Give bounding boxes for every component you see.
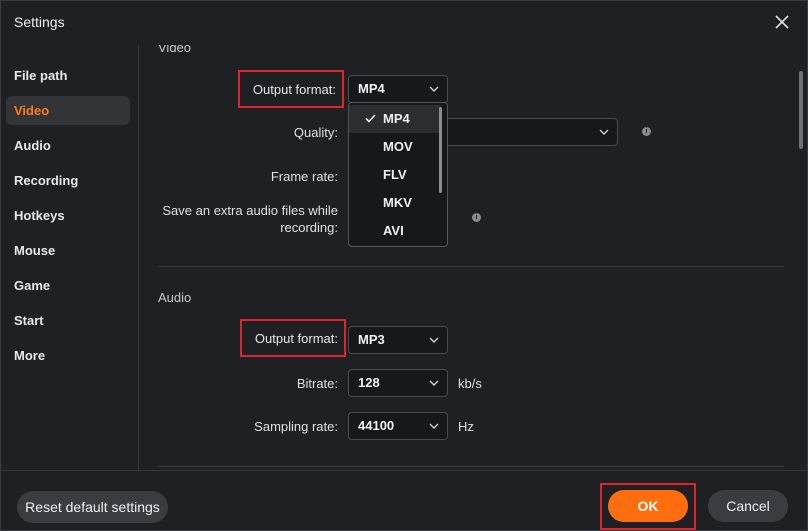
video-frame-rate-label: Frame rate: — [270, 169, 338, 184]
video-quality-label: Quality: — [293, 125, 338, 140]
section-divider — [158, 466, 784, 467]
settings-content: Video Output format: MP4 Quality: i Fram… — [140, 45, 796, 470]
content-scrollbar[interactable] — [799, 71, 803, 149]
chevron-down-icon — [429, 423, 439, 429]
dropdown-option-mkv[interactable]: MKV — [349, 189, 441, 217]
dropdown-option-label: MOV — [383, 139, 413, 154]
dropdown-option-avi[interactable]: AVI — [349, 217, 441, 245]
dropdown-option-mov[interactable]: MOV — [349, 133, 441, 161]
audio-output-format-select[interactable]: MP3 — [348, 326, 448, 354]
audio-section-title: Audio — [158, 290, 192, 305]
audio-bitrate-value: 128 — [358, 375, 380, 390]
audio-bitrate-label: Bitrate: — [296, 376, 338, 391]
dropdown-option-mp4[interactable]: MP4 — [349, 105, 441, 133]
close-icon[interactable] — [771, 11, 793, 33]
checkmark-icon — [365, 114, 376, 123]
quality-info-icon[interactable]: i — [642, 127, 651, 136]
dropdown-option-label: AVI — [383, 223, 404, 238]
video-output-format-highlight: Output format: — [238, 70, 344, 108]
sidebar-item-more[interactable]: More — [6, 341, 130, 370]
dialog-footer: Reset default settings OK Cancel — [1, 470, 807, 530]
sidebar-item-file-path[interactable]: File path — [6, 61, 130, 90]
audio-output-format-highlight: Output format: — [240, 319, 346, 357]
audio-sampling-rate-value: 44100 — [358, 418, 395, 433]
dropdown-option-flv[interactable]: FLV — [349, 161, 441, 189]
settings-dialog: Settings File path Video Audio Recording… — [0, 0, 808, 531]
dropdown-option-label: MKV — [383, 195, 412, 210]
sidebar-item-start[interactable]: Start — [6, 306, 130, 335]
dropdown-option-label: FLV — [383, 167, 407, 182]
sidebar-item-mouse[interactable]: Mouse — [6, 236, 130, 265]
audio-sampling-rate-unit: Hz — [458, 419, 474, 434]
audio-sampling-rate-label: Sampling rate: — [254, 419, 338, 434]
extra-audio-label-line2: recording: — [280, 220, 338, 235]
chevron-down-icon — [599, 129, 609, 135]
sidebar-item-game[interactable]: Game — [6, 271, 130, 300]
audio-sampling-rate-select[interactable]: 44100 — [348, 412, 448, 440]
settings-sidebar: File path Video Audio Recording Hotkeys … — [1, 45, 139, 470]
video-output-format-select[interactable]: MP4 — [348, 75, 448, 103]
extra-audio-info-icon[interactable]: i — [472, 213, 481, 222]
video-section-title: Video — [158, 45, 192, 55]
audio-bitrate-select[interactable]: 128 — [348, 369, 448, 397]
video-output-format-value: MP4 — [358, 81, 385, 96]
chevron-down-icon — [429, 337, 439, 343]
chevron-down-icon — [429, 86, 439, 92]
extra-audio-label-line1: Save an extra audio files while — [162, 203, 338, 218]
sidebar-item-video[interactable]: Video — [6, 96, 130, 125]
sidebar-item-recording[interactable]: Recording — [6, 166, 130, 195]
ok-button[interactable]: OK — [608, 490, 688, 522]
reset-default-settings-button[interactable]: Reset default settings — [17, 491, 168, 523]
audio-output-format-value: MP3 — [358, 332, 385, 347]
cancel-button[interactable]: Cancel — [708, 490, 788, 522]
dialog-title: Settings — [14, 14, 65, 30]
output-format-dropdown: MP4 MOV FLV MKV AVI — [348, 102, 448, 247]
title-bar: Settings — [1, 1, 807, 45]
chevron-down-icon — [429, 380, 439, 386]
section-divider — [158, 266, 784, 267]
audio-output-format-label: Output format: — [254, 331, 338, 346]
sidebar-item-audio[interactable]: Audio — [6, 131, 130, 160]
video-output-format-label: Output format: — [252, 82, 336, 97]
audio-bitrate-unit: kb/s — [458, 376, 482, 391]
sidebar-item-hotkeys[interactable]: Hotkeys — [6, 201, 130, 230]
dropdown-option-label: MP4 — [383, 111, 410, 126]
dropdown-scrollbar[interactable] — [439, 107, 442, 193]
